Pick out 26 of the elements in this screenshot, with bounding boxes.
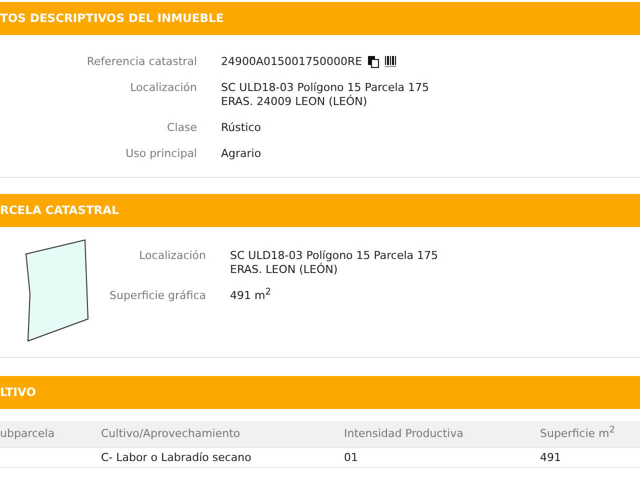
table-cell: C- Labor o Labradío secano — [101, 448, 344, 468]
table-cell: 01 — [344, 448, 540, 468]
field-label: Referencia catastral — [86, 55, 197, 69]
copy-icon[interactable] — [368, 56, 380, 68]
field-value: 24900A015001750000RE — [221, 55, 362, 69]
field-label: Clase — [166, 121, 197, 135]
column-header: ubparcela — [0, 421, 101, 448]
field-value: Agrario — [221, 147, 262, 161]
field-label: Localización — [138, 249, 206, 264]
column-header: Superficie m$^{2}$ — [540, 421, 640, 448]
field-value: SC ULD18-03 Polígono 15 Parcela 175 — [230, 249, 438, 262]
column-header: Intensidad Productiva — [344, 421, 540, 448]
barcode-icon[interactable] — [385, 56, 396, 68]
section-header: LTIVO — [0, 376, 640, 409]
field-label: Localización — [129, 81, 197, 96]
section-header: RCELA CATASTRAL — [0, 194, 640, 227]
section-header: TOS DESCRIPTIVOS DEL INMUEBLE — [0, 2, 640, 35]
table-cell: 491 — [540, 448, 640, 468]
field-value: ERAS. LEON (LEÓN) — [230, 263, 339, 277]
field-label: Uso principal — [124, 147, 197, 161]
field-value: SC ULD18-03 Polígono 15 Parcela 175 — [221, 81, 430, 94]
field-value: 491 m$^{2}$ — [230, 289, 272, 303]
field-label: Superficie gráfica — [108, 289, 206, 303]
column-header: Cultivo/Aprovechamiento — [101, 421, 344, 448]
field-value: ERAS. 24009 LEON (LEÓN) — [221, 95, 368, 109]
field-value: Rústico — [221, 121, 261, 135]
